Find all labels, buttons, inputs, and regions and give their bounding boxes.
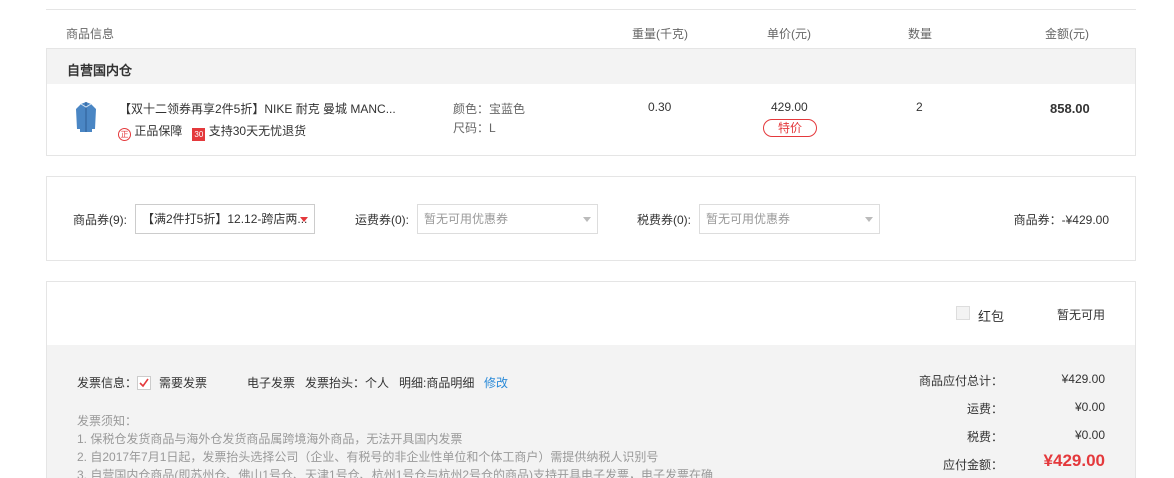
red-packet-checkbox[interactable] [956, 306, 970, 320]
genuine-icon: 正 [118, 128, 131, 141]
goods-total-label: 商品应付总计： [918, 374, 1003, 388]
shipping-coupon-label: 运费券(0): [355, 213, 410, 227]
invoice-notice-1: 1. 保税仓发货商品与海外仓发货商品属跨境海外商品，无法开具国内发票 [77, 432, 463, 446]
goods-coupon-select[interactable]: 【满2件打5折】12.12-跨店两... [135, 204, 315, 234]
payment-section: 红包 暂无可用 发票信息： 需要发票 电子发票 发票抬头：个人 明细:商品明细 … [46, 281, 1136, 478]
warehouse-name: 自营国内仓 [67, 63, 133, 78]
invoice-edit-link[interactable]: 修改 [484, 374, 508, 391]
header-amount: 金额(元) [1045, 27, 1089, 41]
shipping-coupon-select[interactable]: 暂无可用优惠券 [417, 204, 598, 234]
product-badges: 正 正品保障 30 支持30天无忧退货 [118, 122, 306, 141]
product-amount: 858.00 [1050, 101, 1090, 116]
badge-return: 支持30天无忧退货 [208, 124, 307, 138]
invoice-detail: 明细:商品明细 [399, 376, 475, 390]
red-packet-status: 暂无可用 [1057, 308, 1106, 322]
need-invoice-checkbox[interactable] [137, 376, 151, 390]
invoice-notice-2: 2. 自2017年7月1日起，发票抬头选择公司（企业、有税号的非企业性单位和个体… [77, 450, 659, 464]
goods-coupon-value: 【满2件打5折】12.12-跨店两... [142, 212, 308, 226]
product-title[interactable]: 【双十二领券再享2件5折】NIKE 耐克 曼城 MANC... [119, 100, 419, 117]
product-thumbnail[interactable] [75, 101, 97, 133]
tax-coupon-dropdown-icon [865, 217, 873, 222]
tax-coupon-value: 暂无可用优惠券 [706, 212, 791, 226]
product-quantity: 2 [916, 100, 923, 114]
return-icon: 30 [192, 128, 206, 141]
need-invoice-label: 需要发票 [159, 376, 208, 390]
product-price: 429.00 [771, 100, 808, 114]
invoice-notice-title: 发票须知： [77, 414, 138, 428]
special-tag-wrap: 特价 [763, 119, 817, 137]
header-weight: 重量(千克) [632, 27, 688, 41]
shipping-value: ¥0.00 [1074, 400, 1105, 414]
product-weight: 0.30 [648, 100, 672, 114]
red-packet-checkbox-wrap[interactable] [956, 306, 970, 323]
special-price-tag: 特价 [763, 119, 817, 137]
invoice-title: 发票抬头：个人 [305, 376, 390, 390]
coupon-section: 商品券(9): 【满2件打5折】12.12-跨店两... 运费券(0): 暂无可… [46, 176, 1136, 261]
tax-label: 税费： [966, 430, 1003, 444]
shipping-label: 运费： [966, 402, 1003, 416]
product-color: 颜色：宝蓝色 [453, 102, 526, 116]
red-packet-label: 红包 [978, 309, 1005, 324]
shipping-coupon-dropdown-icon [583, 217, 591, 222]
product-section: 自营国内仓 【双十二领券再享2件5折】NIKE 耐克 曼城 MANC... 正 … [46, 48, 1136, 156]
warehouse-bar: 自营国内仓 [47, 49, 1135, 84]
invoice-type: 电子发票 [247, 376, 296, 390]
tax-coupon-label: 税费券(0): [637, 213, 692, 227]
header-unit-price: 单价(元) [767, 27, 811, 41]
goods-total-value: ¥429.00 [1061, 372, 1105, 386]
invoice-label: 发票信息： [77, 376, 138, 390]
product-size: 尺码：L [453, 121, 496, 135]
goods-coupon-label: 商品券(9): [73, 213, 128, 227]
goods-coupon-dropdown-icon [300, 217, 308, 222]
badge-genuine: 正品保障 [134, 124, 183, 138]
tax-coupon-select[interactable]: 暂无可用优惠券 [699, 204, 880, 234]
top-divider [46, 9, 1136, 10]
payable-value: ¥429.00 [1043, 451, 1105, 470]
invoice-summary-area: 发票信息： 需要发票 电子发票 发票抬头：个人 明细:商品明细 修改 发票须知：… [47, 345, 1135, 478]
payable-label: 应付金额： [942, 458, 1003, 472]
tax-value: ¥0.00 [1074, 428, 1105, 442]
need-invoice-checkbox-wrap[interactable] [137, 376, 151, 393]
goods-coupon-discount: 商品券：-¥429.00 [1013, 213, 1109, 227]
shipping-coupon-value: 暂无可用优惠券 [424, 212, 509, 226]
header-quantity: 数量 [908, 27, 933, 41]
invoice-notice-3: 3. 自营国内仓商品(即苏州仓、佛山1号仓、天津1号仓、杭州1号仓与杭州2号仓的… [77, 468, 714, 478]
header-product-info: 商品信息 [66, 27, 115, 41]
